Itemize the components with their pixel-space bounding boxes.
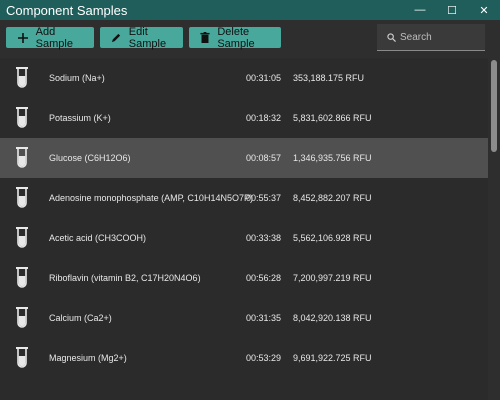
edit-sample-button[interactable]: Edit Sample bbox=[100, 25, 183, 50]
sample-time: 00:53:29 bbox=[246, 353, 282, 363]
sample-rfu: 9,691,922.725 RFU bbox=[293, 353, 372, 363]
test-tube-icon bbox=[15, 107, 29, 129]
test-tube-icon bbox=[15, 267, 29, 289]
scrollbar[interactable] bbox=[488, 58, 500, 400]
maximize-icon: ☐ bbox=[447, 4, 457, 17]
minimize-icon: — bbox=[414, 4, 426, 16]
maximize-button[interactable]: ☐ bbox=[436, 0, 468, 20]
sample-rfu: 5,562,106.928 RFU bbox=[293, 233, 372, 243]
close-icon: ✕ bbox=[479, 4, 489, 17]
sample-row[interactable]: Sodium (Na+) 00:31:05 353,188.175 RFU bbox=[0, 58, 488, 98]
sample-time: 00:55:37 bbox=[246, 193, 282, 203]
test-tube-icon bbox=[15, 187, 29, 209]
sample-time: 00:56:28 bbox=[246, 273, 282, 283]
test-tube-icon bbox=[15, 67, 29, 89]
sample-time: 00:31:05 bbox=[246, 73, 282, 83]
test-tube-icon bbox=[15, 227, 29, 249]
search-icon bbox=[387, 32, 396, 42]
sample-name: Sodium (Na+) bbox=[49, 73, 105, 83]
sample-rfu: 8,042,920.138 RFU bbox=[293, 313, 372, 323]
minimize-button[interactable]: — bbox=[404, 0, 436, 20]
delete-sample-button[interactable]: Delete Sample bbox=[189, 25, 281, 50]
sample-name: Calcium (Ca2+) bbox=[49, 313, 112, 323]
sample-name: Glucose (C6H12O6) bbox=[49, 153, 131, 163]
plus-icon bbox=[16, 32, 30, 44]
title-bar: Component Samples — ☐ ✕ bbox=[0, 0, 500, 20]
sample-time: 00:08:57 bbox=[246, 153, 282, 163]
sample-rfu: 5,831,602.866 RFU bbox=[293, 113, 372, 123]
sample-name: Potassium (K+) bbox=[49, 113, 111, 123]
delete-sample-label: Delete Sample bbox=[217, 25, 255, 50]
sample-rfu: 1,346,935.756 RFU bbox=[293, 153, 372, 163]
sample-row[interactable]: Glucose (C6H12O6) 00:08:57 1,346,935.756 R… bbox=[0, 138, 488, 178]
sample-time: 00:18:32 bbox=[246, 113, 282, 123]
pencil-icon bbox=[110, 32, 123, 43]
sample-name: Riboflavin (vitamin B2, C17H20N4O6) bbox=[49, 273, 201, 283]
sample-name: Acetic acid (CH3COOH) bbox=[49, 233, 147, 243]
search-box[interactable] bbox=[377, 24, 485, 51]
close-button[interactable]: ✕ bbox=[468, 0, 500, 20]
sample-row[interactable]: Acetic acid (CH3COOH) 00:33:38 5,562,106.9… bbox=[0, 218, 488, 258]
sample-rfu: 353,188.175 RFU bbox=[293, 73, 365, 83]
add-sample-button[interactable]: Add Sample bbox=[6, 25, 94, 50]
sample-rfu: 8,452,882.207 RFU bbox=[293, 193, 372, 203]
sample-row[interactable]: Potassium (K+) 00:18:32 5,831,602.866 RFU bbox=[0, 98, 488, 138]
sample-rfu: 7,200,997.219 RFU bbox=[293, 273, 372, 283]
sample-row[interactable]: Adenosine monophosphate (AMP, C10H14N5O7… bbox=[0, 178, 488, 218]
sample-time: 00:33:38 bbox=[246, 233, 282, 243]
sample-time: 00:31:35 bbox=[246, 313, 282, 323]
test-tube-icon bbox=[15, 347, 29, 369]
sample-list: Sodium (Na+) 00:31:05 353,188.175 RFU Potas… bbox=[0, 58, 488, 400]
add-sample-label: Add Sample bbox=[35, 25, 73, 50]
window-title: Component Samples bbox=[6, 2, 128, 18]
trash-icon bbox=[199, 32, 211, 43]
test-tube-icon bbox=[15, 307, 29, 329]
edit-sample-label: Edit Sample bbox=[128, 25, 167, 50]
sample-row[interactable]: Calcium (Ca2+) 00:31:35 8,042,920.138 RFU bbox=[0, 298, 488, 338]
search-input[interactable] bbox=[400, 31, 480, 43]
test-tube-icon bbox=[15, 147, 29, 169]
window-controls: — ☐ ✕ bbox=[404, 0, 500, 20]
sample-row[interactable]: Riboflavin (vitamin B2, C17H20N4O6) 00:56… bbox=[0, 258, 488, 298]
sample-row[interactable]: Magnesium (Mg2+) 00:53:29 9,691,922.725 RF… bbox=[0, 338, 488, 378]
scrollbar-thumb[interactable] bbox=[491, 60, 497, 152]
sample-name: Magnesium (Mg2+) bbox=[49, 353, 127, 363]
sample-name: Adenosine monophosphate (AMP, C10H14N5O7… bbox=[49, 193, 253, 203]
